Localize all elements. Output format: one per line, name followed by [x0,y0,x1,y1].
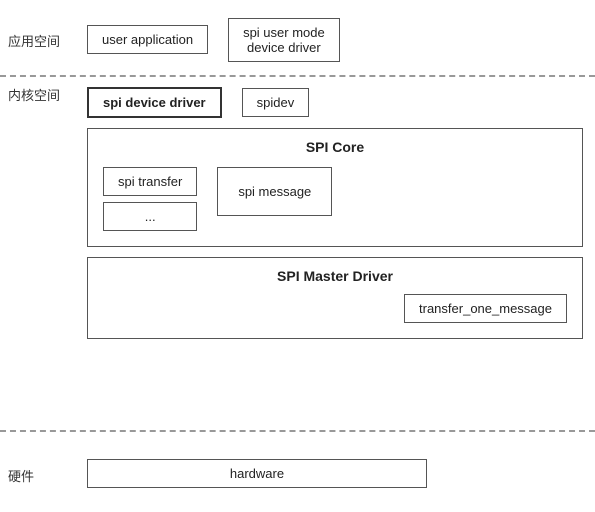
app-section-content: user application spi user mode device dr… [75,6,595,70]
spi-core-title: SPI Core [103,139,567,155]
spi-master-title: SPI Master Driver [103,268,567,284]
spi-message-box: spi message [217,167,332,216]
spidev-box: spidev [242,88,310,117]
kernel-top-row: spi device driver spidev [87,87,583,118]
app-section: 应用空间 user application spi user mode devi… [0,0,595,75]
kernel-section: 内核空间 spi device driver spidev SPI Core s… [0,77,595,430]
transfer-one-message-box: transfer_one_message [404,294,567,323]
spi-core-left: spi transfer ... [103,167,197,231]
spi-master-inner: transfer_one_message [103,294,567,323]
spi-core-inner: spi transfer ... spi message [103,167,567,231]
diagram: 应用空间 user application spi user mode devi… [0,0,595,512]
hardware-section: 硬件 hardware [0,432,595,512]
spi-ellipsis-box: ... [103,202,197,231]
hardware-space-label: 硬件 [0,458,75,486]
hardware-box: hardware [87,459,427,488]
app-space-label: 应用空间 [0,23,75,51]
hardware-section-content: hardware [75,449,595,496]
spi-core-container: SPI Core spi transfer ... spi message [87,128,583,247]
user-application-box: user application [87,25,208,54]
spi-user-mode-box: spi user mode device driver [228,18,340,62]
spi-transfer-box: spi transfer [103,167,197,196]
spi-master-container: SPI Master Driver transfer_one_message [87,257,583,339]
spi-device-driver-box: spi device driver [87,87,222,118]
kernel-section-content: spi device driver spidev SPI Core spi tr… [75,77,595,349]
kernel-space-label: 内核空间 [0,77,75,105]
